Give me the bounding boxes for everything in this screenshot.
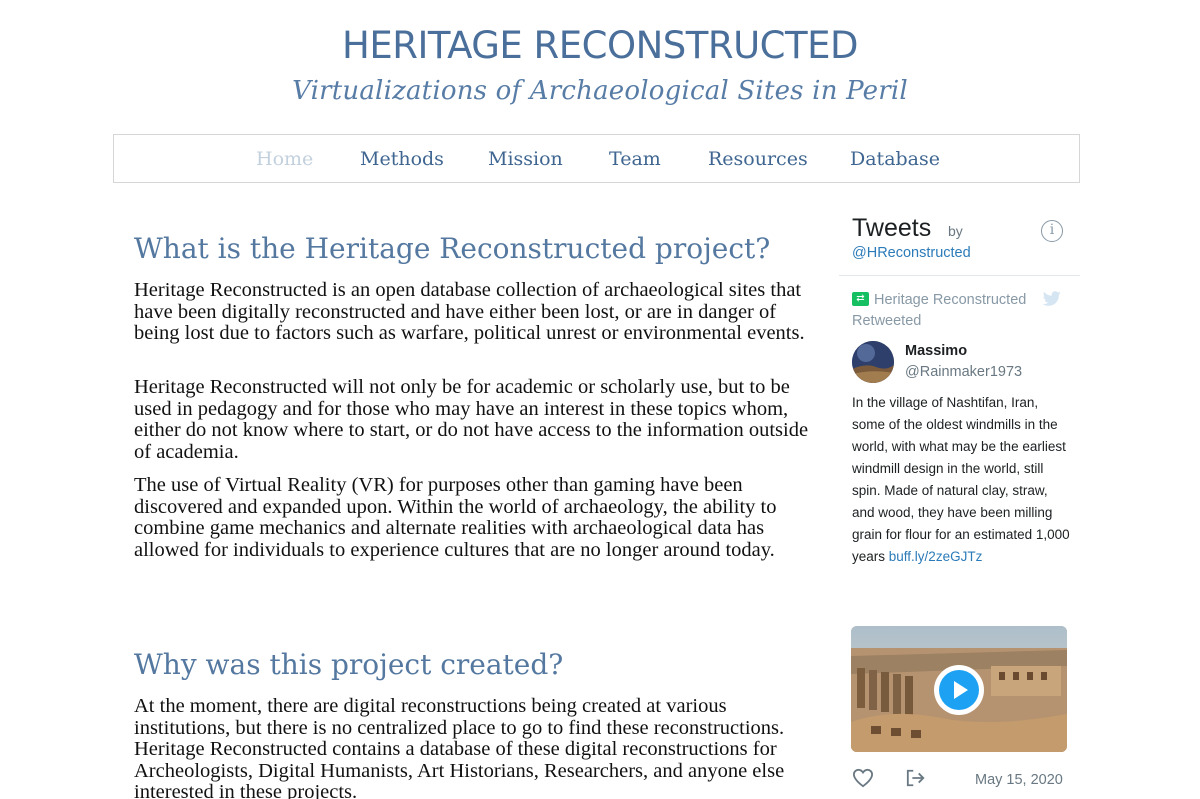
retweet-label: Heritage Reconstructed Retweeted xyxy=(852,292,1027,329)
info-icon[interactable]: i xyxy=(1041,220,1063,242)
nav-item-home[interactable]: Home xyxy=(256,148,313,170)
paragraph: The use of Virtual Reality (VR) for purp… xyxy=(134,474,777,561)
main-navbar: Home Methods Mission Team Resources Data… xyxy=(113,134,1080,183)
tweet-author-name[interactable]: Massimo xyxy=(905,343,967,359)
heart-icon[interactable] xyxy=(852,768,874,788)
nav-list: Home Methods Mission Team Resources Data… xyxy=(114,135,1079,182)
site-subtitle: Virtualizations of Archaeological Sites … xyxy=(292,76,908,106)
paragraph: Heritage Reconstructed will not only be … xyxy=(134,376,809,463)
section-heading-why: Why was this project created? xyxy=(134,648,564,681)
avatar[interactable] xyxy=(852,341,894,383)
twitter-timeline: Tweets by @HReconstructed i Heritage Rec… xyxy=(839,206,1080,799)
twitter-bird-icon[interactable] xyxy=(1042,291,1062,307)
tweet-text-body: In the village of Nashtifan, Iran, some … xyxy=(852,395,1070,564)
nav-item-mission[interactable]: Mission xyxy=(488,148,563,170)
play-button[interactable] xyxy=(934,665,984,715)
tweet-text: In the village of Nashtifan, Iran, some … xyxy=(852,392,1072,568)
nav-item-methods[interactable]: Methods xyxy=(360,148,444,170)
play-icon xyxy=(939,670,979,710)
share-icon[interactable] xyxy=(905,768,927,788)
tweet-video-thumbnail[interactable] xyxy=(851,626,1067,752)
nav-item-database[interactable]: Database xyxy=(850,148,940,170)
tweet-author-username[interactable]: @Rainmaker1973 xyxy=(905,364,1022,380)
paragraph: At the moment, there are digital reconst… xyxy=(134,695,785,799)
site-title: HERITAGE RECONSTRUCTED xyxy=(342,24,858,67)
timeline-title: Tweets xyxy=(852,214,932,242)
retweet-icon: ⇄ xyxy=(852,292,869,306)
timeline-by: by xyxy=(948,223,963,239)
tweet-date[interactable]: May 15, 2020 xyxy=(975,772,1063,788)
timeline-handle-link[interactable]: @HReconstructed xyxy=(852,245,971,261)
section-heading-what: What is the Heritage Reconstructed proje… xyxy=(134,232,771,265)
paragraph: Heritage Reconstructed is an open databa… xyxy=(134,279,805,344)
tweet-link[interactable]: buff.ly/2zeGJTz xyxy=(889,549,983,564)
nav-item-team[interactable]: Team xyxy=(609,148,661,170)
divider xyxy=(839,275,1080,276)
nav-item-resources[interactable]: Resources xyxy=(708,148,808,170)
